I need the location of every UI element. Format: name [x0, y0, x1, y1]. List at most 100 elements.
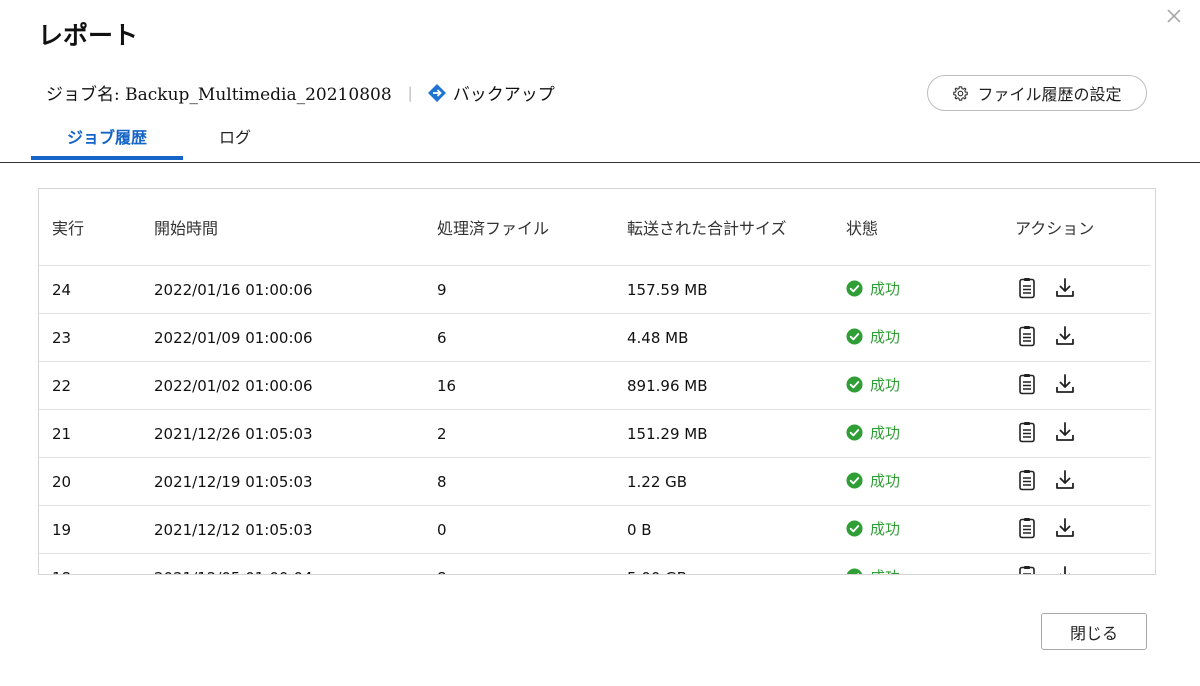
status-badge: 成功 [846, 374, 900, 395]
actions-cell [1015, 265, 1151, 314]
table-row[interactable]: 22 2022/01/02 01:00:06 16 891.96 MB 成功 [39, 361, 1151, 410]
table-row[interactable]: 21 2021/12/26 01:05:03 2 151.29 MB 成功 [39, 409, 1151, 458]
start-time-cell: 2022/01/09 01:00:06 [154, 313, 437, 362]
table-row[interactable]: 24 2022/01/16 01:00:06 9 157.59 MB 成功 [39, 265, 1151, 314]
status-cell: 成功 [846, 313, 1015, 362]
total-size-cell: 5.00 GB [627, 553, 846, 574]
actions-cell [1015, 457, 1151, 506]
total-size-cell: 0 B [627, 505, 846, 554]
processed-files-cell: 0 [437, 505, 627, 554]
processed-files-cell: 6 [437, 313, 627, 362]
table-row[interactable]: 182021/12/05 01:00:0485.00 GB 成功 [39, 553, 1151, 574]
header-processed-files: 処理済ファイル [437, 189, 627, 266]
status-badge: 成功 [846, 518, 900, 539]
download-icon[interactable] [1053, 516, 1077, 540]
download-icon[interactable] [1053, 276, 1077, 300]
actions-cell [1015, 553, 1151, 574]
header-run: 実行 [39, 189, 154, 266]
run-cell: 22 [39, 361, 154, 410]
header-total-size: 転送された合計サイズ [627, 189, 846, 266]
start-time-cell: 2021/12/26 01:05:03 [154, 409, 437, 458]
download-icon[interactable] [1053, 564, 1077, 574]
status-label: 成功 [870, 424, 901, 442]
status-badge: 成功 [846, 326, 900, 347]
report-icon[interactable] [1015, 420, 1039, 444]
status-badge: 成功 [846, 470, 900, 491]
run-cell: 23 [39, 313, 154, 362]
processed-files-cell: 8 [437, 457, 627, 506]
status-badge: 成功 [846, 278, 900, 299]
status-cell: 成功 [846, 457, 1015, 506]
status-cell: 成功 [846, 505, 1015, 554]
download-icon[interactable] [1053, 420, 1077, 444]
actions-cell [1015, 361, 1151, 410]
processed-files-cell: 2 [437, 409, 627, 458]
header-actions: アクション [1015, 189, 1151, 266]
close-icon[interactable] [1164, 6, 1184, 26]
check-circle-icon [846, 472, 870, 489]
status-cell: 成功 [846, 409, 1015, 458]
file-history-settings-button[interactable]: ファイル履歴の設定 [927, 75, 1147, 111]
run-cell: 24 [39, 265, 154, 314]
check-circle-icon [846, 328, 870, 345]
close-button[interactable]: 閉じる [1041, 613, 1147, 650]
report-icon[interactable] [1015, 468, 1039, 492]
total-size-cell: 151.29 MB [627, 409, 846, 458]
tab-job-history[interactable]: ジョブ履歴 [31, 124, 183, 160]
status-cell: 成功 [846, 265, 1015, 314]
check-circle-icon [846, 568, 870, 574]
total-size-cell: 4.48 MB [627, 313, 846, 362]
status-cell: 成功 [846, 553, 1015, 574]
header-status: 状態 [846, 189, 1015, 266]
status-label: 成功 [870, 376, 901, 394]
tab-log[interactable]: ログ [200, 124, 270, 160]
actions-cell [1015, 409, 1151, 458]
separator: | [407, 83, 413, 102]
status-badge: 成功 [846, 566, 900, 574]
report-icon[interactable] [1015, 324, 1039, 348]
download-icon[interactable] [1053, 468, 1077, 492]
download-icon[interactable] [1053, 372, 1077, 396]
status-label: 成功 [870, 566, 900, 574]
check-circle-icon [846, 424, 870, 441]
status-label: 成功 [870, 472, 901, 490]
start-time-cell: 2022/01/02 01:00:06 [154, 361, 437, 410]
check-circle-icon [846, 520, 870, 537]
report-icon[interactable] [1015, 516, 1039, 540]
job-info: ジョブ名: Backup_Multimedia_20210808 | バックアッ… [46, 80, 555, 105]
start-time-cell: 2021/12/12 01:05:03 [154, 505, 437, 554]
table-row[interactable]: 20 2021/12/19 01:05:03 8 1.22 GB 成功 [39, 457, 1151, 506]
job-type: バックアップ [452, 85, 555, 105]
total-size-cell: 157.59 MB [627, 265, 846, 314]
job-name: ジョブ名: Backup_Multimedia_20210808 [46, 85, 392, 105]
tab-bar: ジョブ履歴 ログ [0, 118, 1200, 163]
table-header-row: 実行 開始時間 処理済ファイル 転送された合計サイズ 状態 アクション [39, 189, 1151, 266]
table-row[interactable]: 19 2021/12/12 01:05:03 0 0 B 成功 [39, 505, 1151, 554]
run-cell: 19 [39, 505, 154, 554]
total-size-cell: 891.96 MB [627, 361, 846, 410]
actions-cell [1015, 505, 1151, 554]
status-badge: 成功 [846, 422, 900, 443]
run-cell: 20 [39, 457, 154, 506]
start-time-cell: 2021/12/05 01:00:04 [154, 553, 437, 574]
gear-icon [953, 85, 969, 101]
check-circle-icon [846, 376, 870, 393]
download-icon[interactable] [1053, 324, 1077, 348]
table-row[interactable]: 23 2022/01/09 01:00:06 6 4.48 MB 成功 [39, 313, 1151, 362]
header-start-time: 開始時間 [154, 189, 437, 266]
total-size-cell: 1.22 GB [627, 457, 846, 506]
dialog-title: レポート [38, 21, 139, 50]
job-history-table[interactable]: 実行 開始時間 処理済ファイル 転送された合計サイズ 状態 アクション 24 20… [38, 188, 1156, 575]
status-label: 成功 [870, 328, 901, 346]
processed-files-cell: 8 [437, 553, 627, 574]
report-icon[interactable] [1015, 564, 1039, 574]
actions-cell [1015, 313, 1151, 362]
processed-files-cell: 16 [437, 361, 627, 410]
report-icon[interactable] [1015, 372, 1039, 396]
report-icon[interactable] [1015, 276, 1039, 300]
settings-button-label: ファイル履歴の設定 [977, 85, 1122, 104]
diamond-arrow-icon [427, 83, 446, 102]
status-cell: 成功 [846, 361, 1015, 410]
run-cell: 18 [39, 553, 154, 574]
check-circle-icon [846, 280, 870, 297]
